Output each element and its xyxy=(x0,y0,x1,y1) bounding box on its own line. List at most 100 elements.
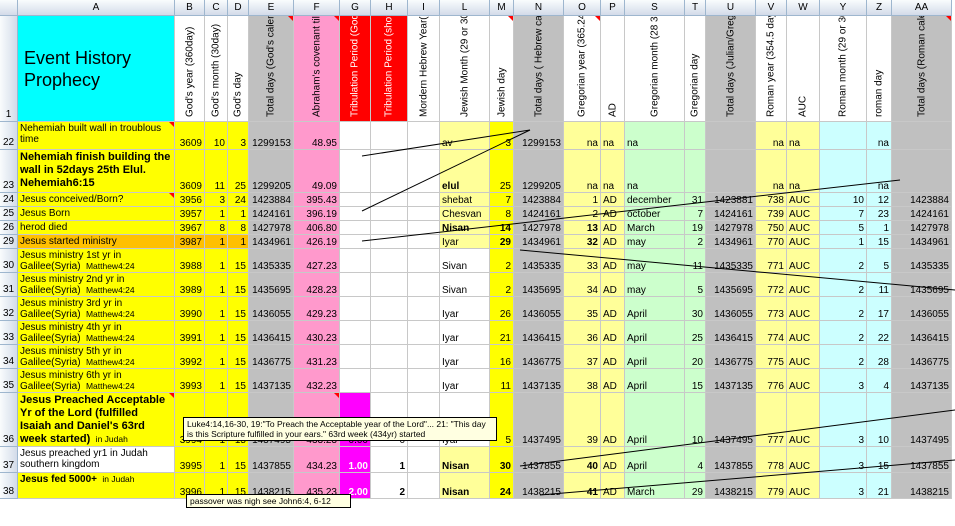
cell-P24[interactable]: AD xyxy=(601,193,625,207)
row-header[interactable]: 22 xyxy=(0,122,18,150)
cell-D25[interactable]: 1 xyxy=(228,207,249,221)
cell-F23[interactable]: 49.09 xyxy=(294,150,340,193)
cell-S24[interactable]: december xyxy=(625,193,685,207)
cell-C35[interactable]: 1 xyxy=(205,369,228,393)
cell-I38[interactable] xyxy=(408,473,440,499)
cell-E37[interactable]: 1437855 xyxy=(249,447,294,473)
header-N[interactable]: Total days ( Hebrew calendar) xyxy=(514,16,564,122)
cell-L34[interactable]: Iyar xyxy=(440,345,490,369)
cell-O38[interactable]: 41 xyxy=(564,473,601,499)
column-header-V[interactable]: V xyxy=(756,0,787,16)
spreadsheet[interactable]: A B C D E F G H I L M N O P S T U V W Y Z AA 1 22 23 24 25 26 29 30 31… xyxy=(0,0,955,526)
cell-F25[interactable]: 396.19 xyxy=(294,207,340,221)
cell-AA22[interactable] xyxy=(892,122,952,150)
cell-Z34[interactable]: 28 xyxy=(867,345,892,369)
cell-H26[interactable] xyxy=(371,221,408,235)
cell-Y35[interactable]: 3 xyxy=(820,369,867,393)
cell-G33[interactable] xyxy=(340,321,371,345)
cell-O29[interactable]: 32 xyxy=(564,235,601,249)
cell-O36[interactable]: 39 xyxy=(564,393,601,447)
row-header[interactable]: 37 xyxy=(0,447,18,473)
cell-M33[interactable]: 21 xyxy=(490,321,514,345)
cell-A30[interactable]: Jesus ministry 1st yr in Galilee(Syria) … xyxy=(18,249,175,273)
cell-A35[interactable]: Jesus ministry 6th yr in Galilee(Syria) … xyxy=(18,369,175,393)
cell-I30[interactable] xyxy=(408,249,440,273)
column-header-L[interactable]: L xyxy=(440,0,490,16)
cell-U33[interactable]: 1436415 xyxy=(706,321,756,345)
cell-M34[interactable]: 16 xyxy=(490,345,514,369)
cell-S22[interactable]: na xyxy=(625,122,685,150)
cell-M26[interactable]: 14 xyxy=(490,221,514,235)
header-Z[interactable]: roman day xyxy=(867,16,892,122)
cell-F32[interactable]: 429.23 xyxy=(294,297,340,321)
cell-B23[interactable]: 3609 xyxy=(175,150,205,193)
cell-D33[interactable]: 15 xyxy=(228,321,249,345)
cell-Y25[interactable]: 7 xyxy=(820,207,867,221)
cell-C22[interactable]: 10 xyxy=(205,122,228,150)
cell-N29[interactable]: 1434961 xyxy=(514,235,564,249)
cell-T37[interactable]: 4 xyxy=(685,447,706,473)
cell-I37[interactable] xyxy=(408,447,440,473)
cell-V29[interactable]: 770 xyxy=(756,235,787,249)
cell-D29[interactable]: 1 xyxy=(228,235,249,249)
cell-D32[interactable]: 15 xyxy=(228,297,249,321)
row-header[interactable]: 29 xyxy=(0,235,18,249)
cell-F26[interactable]: 406.80 xyxy=(294,221,340,235)
cell-P25[interactable]: AD xyxy=(601,207,625,221)
cell-P37[interactable]: AD xyxy=(601,447,625,473)
header-AA[interactable]: Total days (Roman calendar) xyxy=(892,16,952,122)
cell-U23[interactable] xyxy=(706,150,756,193)
cell-O24[interactable]: 1 xyxy=(564,193,601,207)
cell-I34[interactable] xyxy=(408,345,440,369)
cell-S29[interactable]: may xyxy=(625,235,685,249)
cell-T26[interactable]: 19 xyxy=(685,221,706,235)
cell-D37[interactable]: 15 xyxy=(228,447,249,473)
cell-AA24[interactable]: 1423884 xyxy=(892,193,952,207)
column-header-D[interactable]: D xyxy=(228,0,249,16)
cell-E23[interactable]: 1299205 xyxy=(249,150,294,193)
cell-M37[interactable]: 30 xyxy=(490,447,514,473)
cell-W25[interactable]: AUC xyxy=(787,207,820,221)
cell-F33[interactable]: 430.23 xyxy=(294,321,340,345)
cell-V34[interactable]: 775 xyxy=(756,345,787,369)
cell-B22[interactable]: 3609 xyxy=(175,122,205,150)
cell-U34[interactable]: 1436775 xyxy=(706,345,756,369)
cell-V23[interactable]: na xyxy=(756,150,787,193)
cell-S32[interactable]: April xyxy=(625,297,685,321)
cell-Y38[interactable]: 3 xyxy=(820,473,867,499)
cell-S31[interactable]: may xyxy=(625,273,685,297)
cell-T35[interactable]: 15 xyxy=(685,369,706,393)
cell-Y24[interactable]: 10 xyxy=(820,193,867,207)
cell-O25[interactable]: 2 xyxy=(564,207,601,221)
cell-E26[interactable]: 1427978 xyxy=(249,221,294,235)
cell-M32[interactable]: 26 xyxy=(490,297,514,321)
cell-A23[interactable]: Nehemiah finish building the wall in 52d… xyxy=(18,150,175,193)
cell-M23[interactable]: 25 xyxy=(490,150,514,193)
cell-D31[interactable]: 15 xyxy=(228,273,249,297)
cell-I23[interactable] xyxy=(408,150,440,193)
cell-P29[interactable]: AD xyxy=(601,235,625,249)
cell-L38[interactable]: Nisan xyxy=(440,473,490,499)
cell-Y23[interactable] xyxy=(820,150,867,193)
cell-L35[interactable]: Iyar xyxy=(440,369,490,393)
cell-G32[interactable] xyxy=(340,297,371,321)
cell-G34[interactable] xyxy=(340,345,371,369)
cell-V24[interactable]: 738 xyxy=(756,193,787,207)
row-header[interactable]: 38 xyxy=(0,473,18,499)
cell-V25[interactable]: 739 xyxy=(756,207,787,221)
cell-G24[interactable] xyxy=(340,193,371,207)
cell-P38[interactable]: AD xyxy=(601,473,625,499)
cell-T36[interactable]: 10 xyxy=(685,393,706,447)
cell-I31[interactable] xyxy=(408,273,440,297)
header-I[interactable]: Mordern Hebrew Year(365.2468) xyxy=(408,16,440,122)
cell-Z26[interactable]: 1 xyxy=(867,221,892,235)
cell-B34[interactable]: 3992 xyxy=(175,345,205,369)
column-header-N[interactable]: N xyxy=(514,0,564,16)
cell-AA29[interactable]: 1434961 xyxy=(892,235,952,249)
cell-S35[interactable]: April xyxy=(625,369,685,393)
cell-W37[interactable]: AUC xyxy=(787,447,820,473)
cell-Y22[interactable] xyxy=(820,122,867,150)
row-header[interactable]: 33 xyxy=(0,321,18,345)
cell-O35[interactable]: 38 xyxy=(564,369,601,393)
cell-H37[interactable]: 1 xyxy=(371,447,408,473)
